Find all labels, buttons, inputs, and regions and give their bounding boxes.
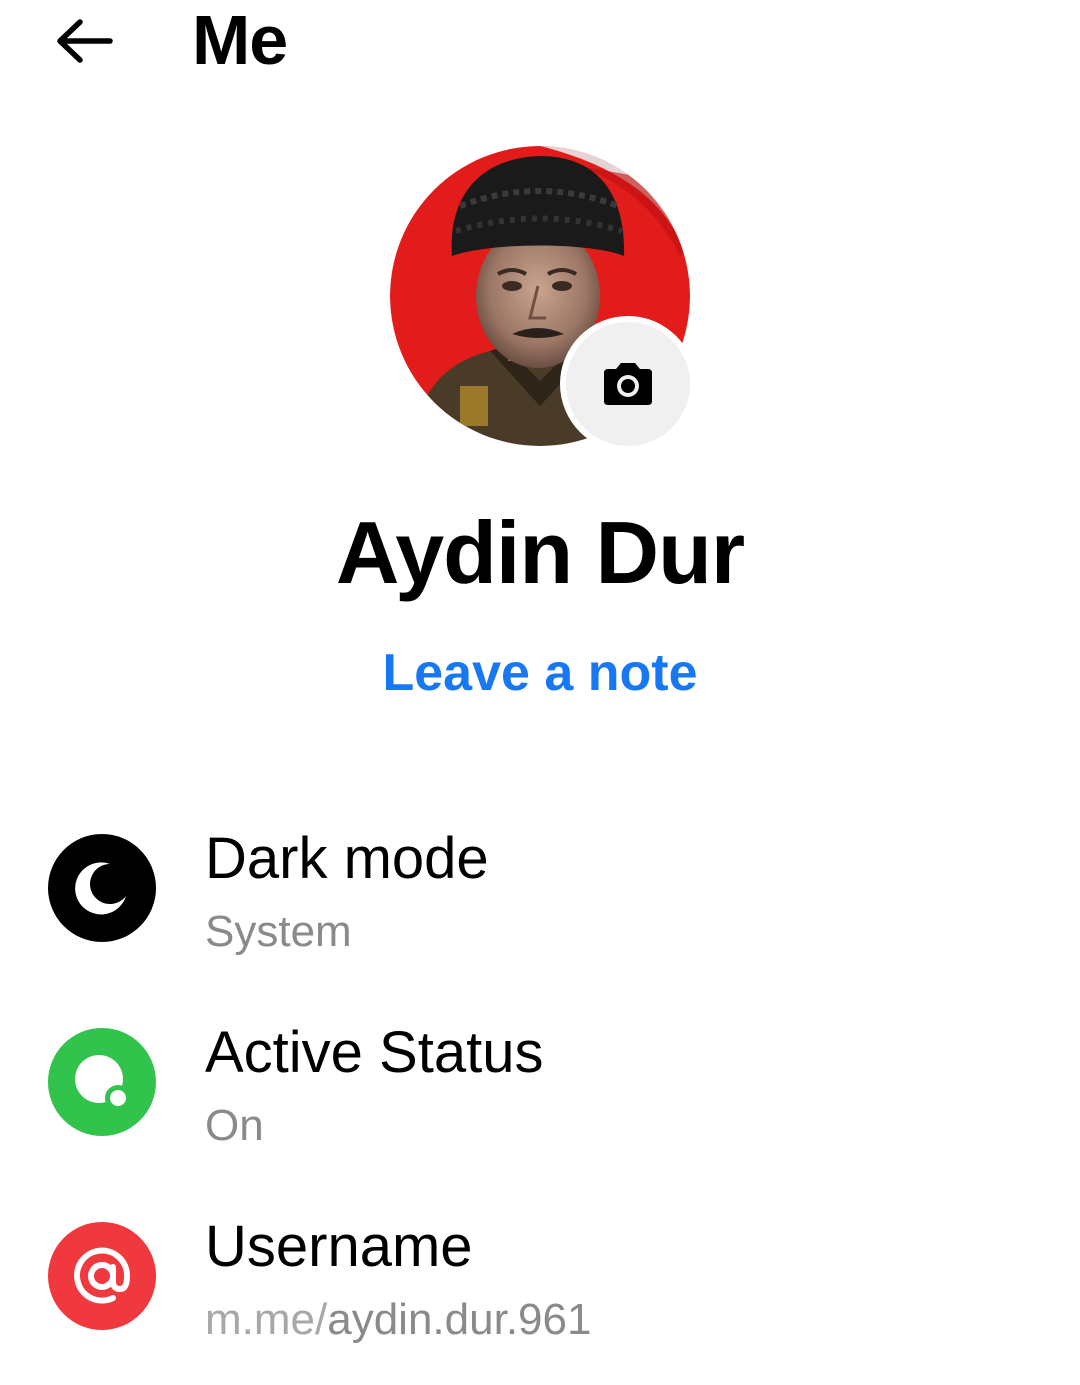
page-title: Me <box>192 1 288 79</box>
arrow-left-icon <box>57 19 113 63</box>
username-value: aydin.dur.961 <box>327 1295 592 1344</box>
back-button[interactable] <box>40 6 128 76</box>
leave-note-link[interactable]: Leave a note <box>382 644 697 702</box>
setting-title: Username <box>205 1214 473 1279</box>
setting-username[interactable]: Username m.me/aydin.dur.961 <box>0 1188 1080 1368</box>
setting-subtitle: System <box>205 907 352 956</box>
leave-note-container: Leave a note <box>0 640 1080 706</box>
active-status-icon-badge <box>48 1028 156 1136</box>
profile-picture-container <box>390 146 690 446</box>
camera-icon <box>604 363 652 405</box>
dark-mode-icon-badge <box>48 834 156 942</box>
setting-title: Active Status <box>205 1020 544 1085</box>
username-icon-badge <box>48 1222 156 1330</box>
setting-title: Dark mode <box>205 826 489 891</box>
username-prefix: m.me/ <box>205 1295 328 1344</box>
active-status-icon <box>75 1055 131 1111</box>
setting-subtitle: m.me/aydin.dur.961 <box>205 1292 591 1348</box>
moon-icon <box>75 862 126 915</box>
setting-subtitle: On <box>205 1101 264 1150</box>
setting-dark-mode[interactable]: Dark mode System <box>0 800 1080 980</box>
setting-active-status[interactable]: Active Status On <box>0 994 1080 1174</box>
change-photo-button[interactable] <box>566 322 690 446</box>
at-sign-icon <box>74 1247 131 1304</box>
profile-name: Aydin Dur <box>335 503 745 602</box>
top-bar: Me <box>0 0 1080 90</box>
